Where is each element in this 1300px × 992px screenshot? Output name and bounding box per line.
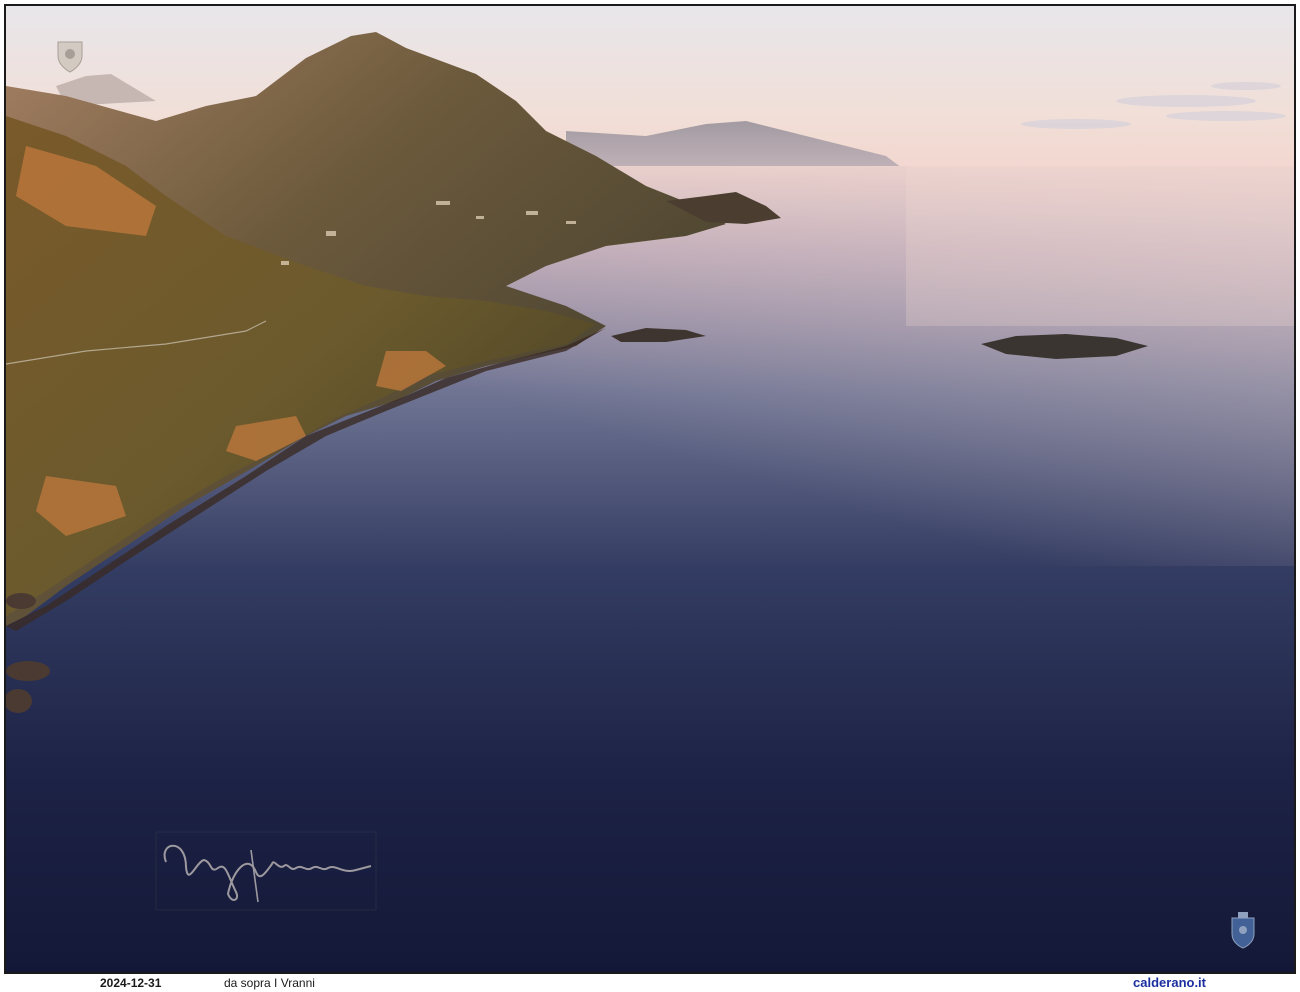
aerial-coastline-photo [6, 6, 1294, 972]
photo-date: 2024-12-31 [100, 976, 162, 990]
photo-frame [4, 4, 1296, 974]
photo-title: da sopra I Vranni [224, 976, 315, 990]
caption-bar: 2024-12-31 da sopra I Vranni calderano.i… [4, 974, 1296, 992]
site-name: calderano.it [1133, 975, 1206, 990]
